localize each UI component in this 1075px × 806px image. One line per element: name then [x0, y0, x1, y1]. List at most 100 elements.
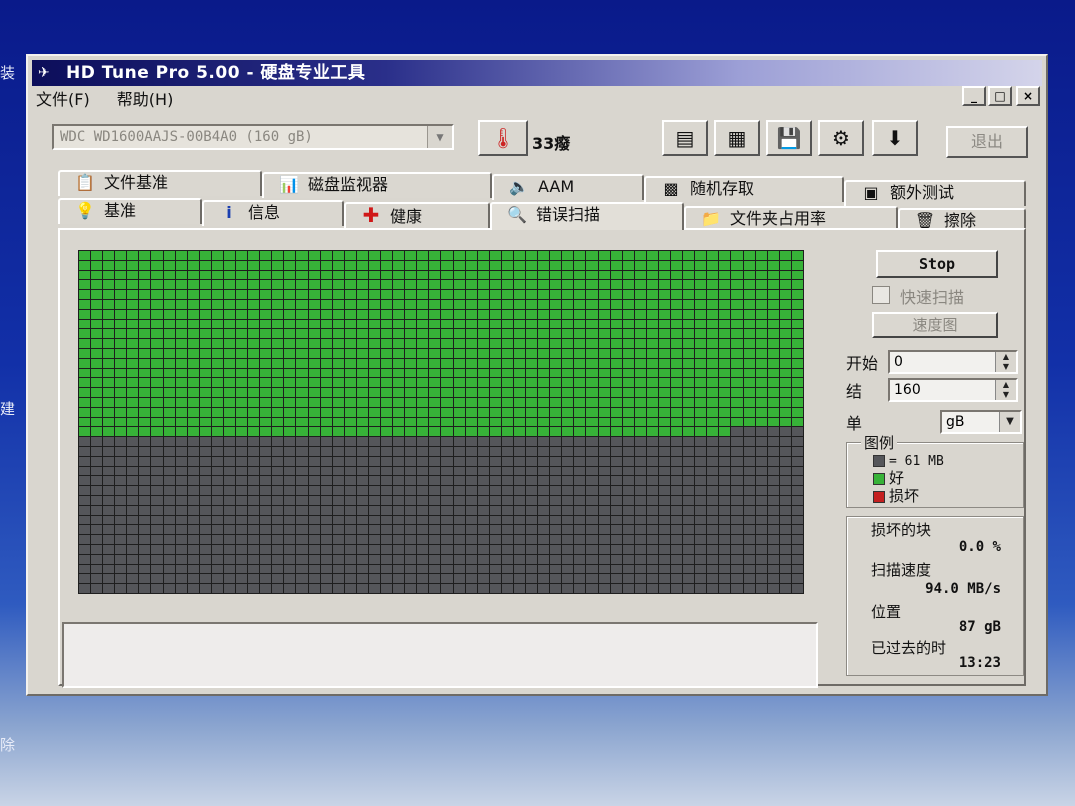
- block-good: [429, 270, 441, 280]
- block-good: [236, 417, 248, 427]
- block-good: [320, 368, 332, 378]
- spinner-arrows-icon[interactable]: ▲ ▼: [995, 352, 1016, 372]
- block-unscanned: [79, 437, 91, 446]
- minimize-button[interactable]: _: [962, 86, 986, 106]
- copy-info-button[interactable]: ▤: [662, 120, 708, 156]
- title-bar[interactable]: ✈ HD Tune Pro 5.00 - 硬盘专业工具: [32, 60, 1042, 86]
- block-good: [658, 427, 671, 437]
- tab-file-benchmark[interactable]: 📋 文件基准: [58, 170, 262, 196]
- block-good: [79, 309, 91, 319]
- block-good: [526, 319, 538, 329]
- block-unscanned: [574, 446, 586, 456]
- block-good: [332, 290, 344, 299]
- block-good: [199, 417, 211, 427]
- tab-random-access[interactable]: ▩ 随机存取: [644, 176, 844, 202]
- block-good: [320, 251, 332, 260]
- tab-extra-tests[interactable]: ▣ 额外测试: [844, 180, 1026, 206]
- block-good: [260, 270, 272, 280]
- block-good: [501, 280, 513, 290]
- block-good: [356, 260, 368, 270]
- desktop-icon-label[interactable]: 建: [0, 398, 15, 419]
- block-good: [743, 299, 755, 309]
- block-unscanned: [646, 544, 658, 554]
- block-unscanned: [538, 495, 550, 505]
- block-unscanned: [356, 476, 368, 486]
- block-good: [211, 280, 223, 290]
- tab-error-scan[interactable]: 🔍 错误扫描: [490, 202, 684, 230]
- block-unscanned: [767, 495, 779, 505]
- block-unscanned: [743, 554, 755, 564]
- desktop-icon-label[interactable]: 除: [0, 734, 15, 755]
- block-good: [550, 319, 562, 329]
- stop-button[interactable]: Stop: [876, 250, 998, 278]
- block-unscanned: [767, 456, 779, 466]
- block-good: [779, 339, 791, 348]
- block-good: [791, 407, 803, 417]
- block-good: [574, 251, 586, 260]
- block-unscanned: [127, 505, 139, 515]
- menu-help[interactable]: 帮助(H): [117, 90, 174, 109]
- block-unscanned: [175, 535, 187, 544]
- block-good: [368, 309, 381, 319]
- block-unscanned: [634, 505, 646, 515]
- block-good: [658, 280, 671, 290]
- block-unscanned: [260, 554, 272, 564]
- block-good: [211, 407, 223, 417]
- block-good: [344, 319, 356, 329]
- block-unscanned: [453, 486, 465, 495]
- block-unscanned: [344, 535, 356, 544]
- block-unscanned: [562, 486, 574, 495]
- block-good: [308, 260, 320, 270]
- block-unscanned: [550, 525, 562, 535]
- block-unscanned: [658, 495, 671, 505]
- block-good: [199, 358, 211, 368]
- block-good: [356, 299, 368, 309]
- end-spinner[interactable]: 160 ▲ ▼: [888, 378, 1018, 402]
- download-button[interactable]: ⬇: [872, 120, 918, 156]
- block-unscanned: [320, 456, 332, 466]
- spinner-arrows-icon[interactable]: ▲ ▼: [995, 380, 1016, 400]
- block-good: [199, 378, 211, 388]
- tab-disk-monitor[interactable]: 📊 磁盘监视器: [262, 172, 492, 198]
- tab-benchmark[interactable]: 💡 基准: [58, 198, 202, 224]
- block-good: [103, 251, 115, 260]
- block-unscanned: [344, 466, 356, 476]
- block-good: [477, 280, 489, 290]
- chevron-down-icon[interactable]: ▼: [999, 412, 1020, 432]
- options-button[interactable]: ⚙: [818, 120, 864, 156]
- block-unscanned: [743, 544, 755, 554]
- block-good: [719, 339, 731, 348]
- exit-button[interactable]: 退出: [946, 126, 1028, 158]
- block-good: [417, 251, 429, 260]
- block-unscanned: [441, 525, 453, 535]
- block-good: [598, 309, 610, 319]
- block-good: [634, 348, 646, 358]
- block-good: [79, 290, 91, 299]
- block-good: [441, 378, 453, 388]
- block-unscanned: [127, 456, 139, 466]
- block-unscanned: [695, 476, 707, 486]
- block-good: [683, 388, 695, 397]
- tab-aam[interactable]: 🔈 AAM: [492, 174, 644, 200]
- temperature-readout: 33癈: [532, 134, 571, 153]
- desktop-icon-label[interactable]: 装: [0, 62, 15, 83]
- unit-select[interactable]: gB ▼: [940, 410, 1022, 434]
- drive-select[interactable]: WDC WD1600AAJS-00B4A0 (160 gB) ▼: [52, 124, 454, 150]
- quick-scan-checkbox[interactable]: [872, 286, 890, 304]
- menu-file[interactable]: 文件(F): [36, 90, 90, 109]
- chevron-down-icon[interactable]: ▼: [427, 126, 452, 148]
- block-unscanned: [634, 525, 646, 535]
- tab-health[interactable]: ✚ 健康: [344, 202, 490, 228]
- block-unscanned: [513, 495, 526, 505]
- block-good: [586, 348, 598, 358]
- close-button[interactable]: ×: [1016, 86, 1040, 106]
- start-spinner[interactable]: 0 ▲ ▼: [888, 350, 1018, 374]
- block-unscanned: [79, 535, 91, 544]
- copy-screen-button[interactable]: ▦: [714, 120, 760, 156]
- tab-info[interactable]: i 信息: [202, 200, 344, 226]
- speed-map-button[interactable]: 速度图: [872, 312, 998, 338]
- block-unscanned: [779, 427, 791, 437]
- maximize-button[interactable]: □: [988, 86, 1012, 106]
- block-unscanned: [332, 525, 344, 535]
- save-button[interactable]: 💾: [766, 120, 812, 156]
